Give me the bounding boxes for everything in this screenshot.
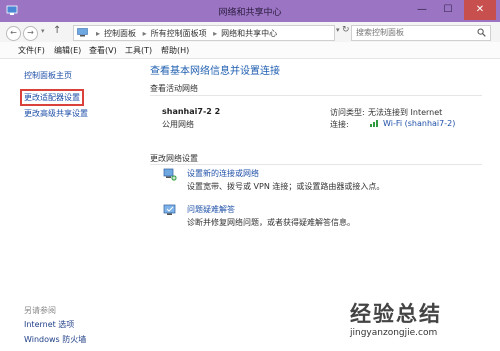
control-panel-icon <box>77 28 88 37</box>
forward-arrow-icon: → <box>27 28 34 37</box>
breadcrumb-item[interactable]: 网络和共享中心 <box>221 29 277 38</box>
forward-button[interactable]: → <box>23 26 38 41</box>
troubleshoot-problems-description: 诊断并修复网络问题，或者获得疑难解答信息。 <box>187 218 355 227</box>
search-input[interactable] <box>356 27 468 38</box>
setup-new-connection-description: 设置宽带、拨号或 VPN 连接；或设置路由器或接入点。 <box>187 182 385 191</box>
sidebar-item-control-panel-home[interactable]: 控制面板主页 <box>24 70 72 81</box>
watermark: 经验总结 jingyanzongjie.com <box>350 298 490 338</box>
address-box[interactable]: ▸ 控制面板 ▸ 所有控制面板项 ▸ 网络和共享中心 <box>73 25 335 41</box>
menu-view[interactable]: 查看(V) <box>89 45 117 56</box>
section-divider <box>150 95 482 96</box>
watermark-logo: 经验总结 <box>350 302 442 326</box>
title-bar: 网络和共享中心 — ☐ ✕ <box>0 0 500 22</box>
new-connection-icon <box>163 168 177 181</box>
address-bar: ← → ▾ ↑ ▸ 控制面板 ▸ 所有控制面板项 ▸ 网络和共享中心 ▾ ↻ <box>0 22 500 43</box>
breadcrumb: ▸ 控制面板 ▸ 所有控制面板项 ▸ 网络和共享中心 <box>92 28 277 39</box>
menu-help[interactable]: 帮助(H) <box>161 45 189 56</box>
menu-tools[interactable]: 工具(T) <box>125 45 152 56</box>
section-divider <box>150 164 482 165</box>
breadcrumb-item[interactable]: 控制面板 <box>104 29 136 38</box>
refresh-icon[interactable]: ↻ <box>342 25 350 35</box>
sidebar-item-change-adapter-settings[interactable]: 更改适配器设置 <box>20 89 84 106</box>
breadcrumb-separator-icon: ▸ <box>142 29 147 38</box>
back-button[interactable]: ← <box>6 26 21 41</box>
see-also-windows-firewall[interactable]: Windows 防火墙 <box>24 334 86 345</box>
recent-dropdown-icon[interactable]: ▾ <box>41 27 45 35</box>
menu-file[interactable]: 文件(F) <box>18 45 45 56</box>
wifi-connection-link[interactable]: Wi-Fi (shanhai7-2) <box>383 119 455 128</box>
address-dropdown-icon[interactable]: ▾ <box>336 26 340 34</box>
troubleshoot-icon <box>163 204 176 215</box>
access-type-value: 无法连接到 Internet <box>368 108 443 117</box>
see-also-internet-options[interactable]: Internet 选项 <box>24 319 74 330</box>
setup-new-connection-link[interactable]: 设置新的连接或网络 <box>187 168 259 179</box>
sidebar-item-change-advanced-sharing[interactable]: 更改高级共享设置 <box>24 108 88 119</box>
network-name: shanhai7-2 2 <box>162 107 221 116</box>
minimize-button[interactable]: — <box>410 0 434 20</box>
search-box[interactable] <box>351 25 491 41</box>
back-arrow-icon: ← <box>10 28 17 37</box>
maximize-button[interactable]: ☐ <box>436 0 460 20</box>
page-title: 查看基本网络信息并设置连接 <box>150 66 280 77</box>
see-also-heading: 另请参阅 <box>24 306 56 315</box>
access-type-label: 访问类型: <box>330 108 365 117</box>
watermark-url: jingyanzongjie.com <box>350 328 438 338</box>
troubleshoot-problems-link[interactable]: 问题疑难解答 <box>187 204 235 215</box>
up-arrow-icon[interactable]: ↑ <box>53 25 61 36</box>
breadcrumb-item[interactable]: 所有控制面板项 <box>151 29 207 38</box>
breadcrumb-separator-icon: ▸ <box>96 29 101 38</box>
close-button[interactable]: ✕ <box>464 0 496 20</box>
wifi-signal-icon <box>370 120 378 127</box>
menu-edit[interactable]: 编辑(E) <box>54 45 81 56</box>
breadcrumb-separator-icon: ▸ <box>213 29 218 38</box>
connections-label: 连接: <box>330 120 349 129</box>
active-networks-heading: 查看活动网络 <box>150 84 198 93</box>
search-icon[interactable] <box>477 28 486 37</box>
menu-bar: 文件(F) 编辑(E) 查看(V) 工具(T) 帮助(H) <box>0 42 500 59</box>
change-settings-heading: 更改网络设置 <box>150 154 198 163</box>
network-type-link[interactable]: 公用网络 <box>162 119 194 130</box>
